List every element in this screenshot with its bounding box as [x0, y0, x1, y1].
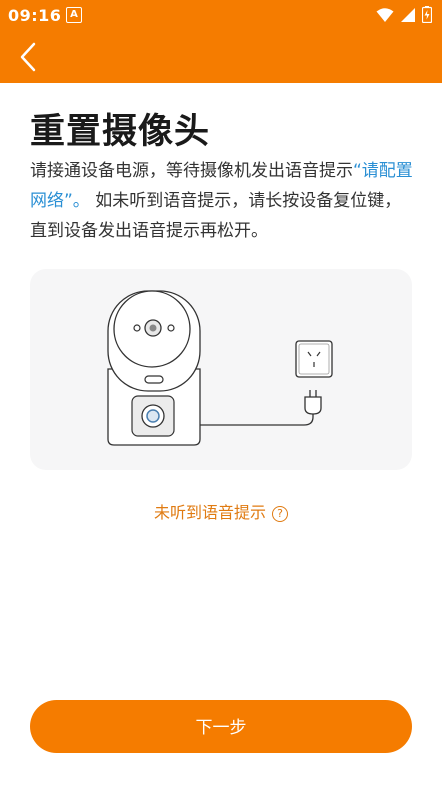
- reset-instructions: 请接通设备电源，等待摄像机发出语音提示“请配置网络”。 如未听到语音提示，请长按…: [30, 156, 415, 246]
- camera-sensor-right: [167, 324, 175, 332]
- chevron-left-icon: [20, 42, 36, 72]
- no-voice-prompt-help-link[interactable]: 未听到语音提示?: [0, 499, 442, 523]
- status-time: 09:16: [8, 6, 62, 25]
- camera-led: [144, 375, 164, 384]
- app-header: [0, 30, 442, 83]
- wifi-icon: [376, 7, 394, 22]
- help-link-label: 未听到语音提示: [153, 503, 266, 522]
- status-bar: 09:16 A: [0, 0, 442, 30]
- instructions-text-1: 请接通设备电源，等待摄像机发出语音提示: [30, 161, 353, 181]
- camera-sensor-left: [133, 324, 141, 332]
- question-circle-icon: ?: [272, 506, 288, 522]
- power-outlet: [295, 340, 333, 378]
- battery-icon: [422, 6, 432, 23]
- camera-illustration: [30, 269, 412, 470]
- camera-power-illustration: [107, 290, 333, 446]
- notification-icon: A: [66, 7, 82, 23]
- back-button[interactable]: [12, 38, 48, 74]
- status-icons: [376, 6, 432, 23]
- signal-icon: [401, 7, 415, 22]
- next-step-button[interactable]: 下一步: [30, 700, 412, 753]
- page-title: 重置摄像头: [30, 112, 211, 152]
- power-cable: [200, 414, 314, 426]
- power-plug: [304, 396, 322, 415]
